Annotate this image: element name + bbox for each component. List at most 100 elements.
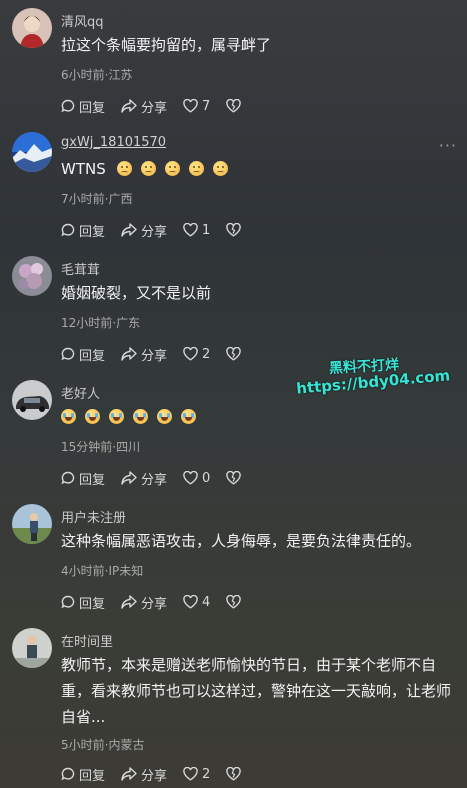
share-label: 分享: [141, 224, 168, 240]
tears-of-joy-emoji-icon: [181, 409, 196, 424]
like-count: 4: [202, 594, 211, 610]
sweat-smile-emoji-icon: [116, 161, 132, 176]
like-count: 1: [202, 222, 211, 238]
share-label: 分享: [141, 100, 168, 116]
reply-button[interactable]: 回复: [61, 221, 105, 240]
comment-username[interactable]: 毛茸茸: [61, 259, 100, 278]
heart-icon: [183, 347, 198, 361]
dislike-button[interactable]: [226, 471, 245, 485]
share-icon: [121, 99, 137, 113]
comment-username[interactable]: gxWj_18101570: [61, 135, 166, 150]
share-button[interactable]: 分享: [121, 765, 167, 784]
more-options-button[interactable]: ···: [439, 136, 457, 155]
dislike-button[interactable]: [226, 223, 245, 237]
comment-actions: 回复 分享 0: [61, 469, 245, 488]
comment-text: 这种条幅属恶语攻击，人身侮辱，是要负法律责任的。: [61, 532, 422, 550]
reply-button[interactable]: 回复: [61, 469, 105, 488]
comment-username[interactable]: 在时间里: [61, 631, 113, 650]
comment-username[interactable]: 用户未注册: [61, 507, 126, 526]
comment-text: 拉这个条幅要拘留的，属寻衅了: [61, 36, 272, 54]
share-button[interactable]: 分享: [121, 593, 167, 612]
share-icon: [121, 347, 137, 361]
like-count: 2: [202, 766, 211, 782]
share-button[interactable]: 分享: [121, 345, 167, 364]
share-icon: [121, 767, 137, 781]
reply-icon: [61, 223, 75, 237]
dislike-button[interactable]: [226, 99, 245, 113]
avatar[interactable]: [12, 628, 52, 668]
reply-label: 回复: [79, 472, 106, 488]
tears-of-joy-emoji-icon: [133, 409, 148, 424]
share-label: 分享: [141, 348, 168, 364]
comment-meta: 12小时前·广东: [61, 316, 141, 330]
comment-actions: 回复 分享 2: [61, 765, 245, 784]
share-icon: [121, 471, 137, 485]
sweat-smile-emoji-icon: [140, 161, 156, 176]
share-icon: [121, 223, 137, 237]
reply-icon: [61, 767, 75, 781]
avatar[interactable]: [12, 256, 52, 296]
broken-heart-icon: [226, 347, 242, 361]
reply-button[interactable]: 回复: [61, 345, 105, 364]
sweat-smile-emoji-icon: [188, 161, 204, 176]
like-count: 2: [202, 346, 211, 362]
like-button[interactable]: 0: [183, 471, 210, 486]
heart-icon: [183, 767, 198, 781]
tears-of-joy-emoji-icon: [85, 409, 100, 424]
comment-text: 教师节，本来是赠送老师愉快的节日，由于某个老师不自重，看来教师节也可以这样过，警…: [61, 656, 452, 726]
like-button[interactable]: 2: [183, 767, 210, 782]
share-label: 分享: [141, 596, 168, 612]
like-button[interactable]: 7: [183, 99, 210, 114]
reply-button[interactable]: 回复: [61, 765, 105, 784]
like-button[interactable]: 1: [183, 223, 210, 238]
comment-text-label: WTNS: [61, 160, 106, 178]
share-button[interactable]: 分享: [121, 469, 167, 488]
reply-label: 回复: [79, 100, 106, 116]
dislike-button[interactable]: [226, 767, 245, 781]
heart-icon: [183, 471, 198, 485]
reply-icon: [61, 99, 75, 113]
comment-meta: 4小时前·IP未知: [61, 564, 144, 578]
emoji-group: [116, 160, 237, 178]
broken-heart-icon: [226, 595, 242, 609]
like-count: 0: [202, 470, 211, 486]
share-button[interactable]: 分享: [121, 221, 167, 240]
heart-icon: [183, 99, 198, 113]
like-count: 7: [202, 98, 211, 114]
dislike-button[interactable]: [226, 347, 245, 361]
comment-actions: 回复 分享 1: [61, 221, 245, 240]
comment-text: [61, 404, 456, 430]
dislike-button[interactable]: [226, 595, 245, 609]
share-button[interactable]: 分享: [121, 97, 167, 116]
comment-meta: 5小时前·内蒙古: [61, 738, 145, 752]
like-button[interactable]: 4: [183, 595, 210, 610]
reply-label: 回复: [79, 596, 106, 612]
like-button[interactable]: 2: [183, 347, 210, 362]
sweat-smile-emoji-icon: [212, 161, 228, 176]
reply-label: 回复: [79, 348, 106, 364]
heart-icon: [183, 595, 198, 609]
watermark-url: https://bdy04.com: [295, 366, 451, 398]
avatar[interactable]: [12, 8, 52, 48]
heart-icon: [183, 223, 198, 237]
broken-heart-icon: [226, 767, 242, 781]
avatar[interactable]: [12, 504, 52, 544]
broken-heart-icon: [226, 471, 242, 485]
comment-actions: 回复 分享 2: [61, 345, 245, 364]
avatar[interactable]: [12, 132, 52, 172]
tears-of-joy-emoji-icon: [109, 409, 124, 424]
comment-username[interactable]: 老好人: [61, 383, 100, 402]
comment-username[interactable]: 清风qq: [61, 11, 104, 30]
reply-button[interactable]: 回复: [61, 97, 105, 116]
reply-label: 回复: [79, 224, 106, 240]
comment-meta: 7小时前·广西: [61, 192, 133, 206]
reply-button[interactable]: 回复: [61, 593, 105, 612]
share-label: 分享: [141, 472, 168, 488]
comment-actions: 回复 分享 4: [61, 593, 245, 612]
tears-of-joy-emoji-icon: [61, 409, 76, 424]
comment-meta: 6小时前·江苏: [61, 68, 133, 82]
reply-icon: [61, 595, 75, 609]
avatar[interactable]: [12, 380, 52, 420]
broken-heart-icon: [226, 99, 242, 113]
share-label: 分享: [141, 768, 168, 784]
